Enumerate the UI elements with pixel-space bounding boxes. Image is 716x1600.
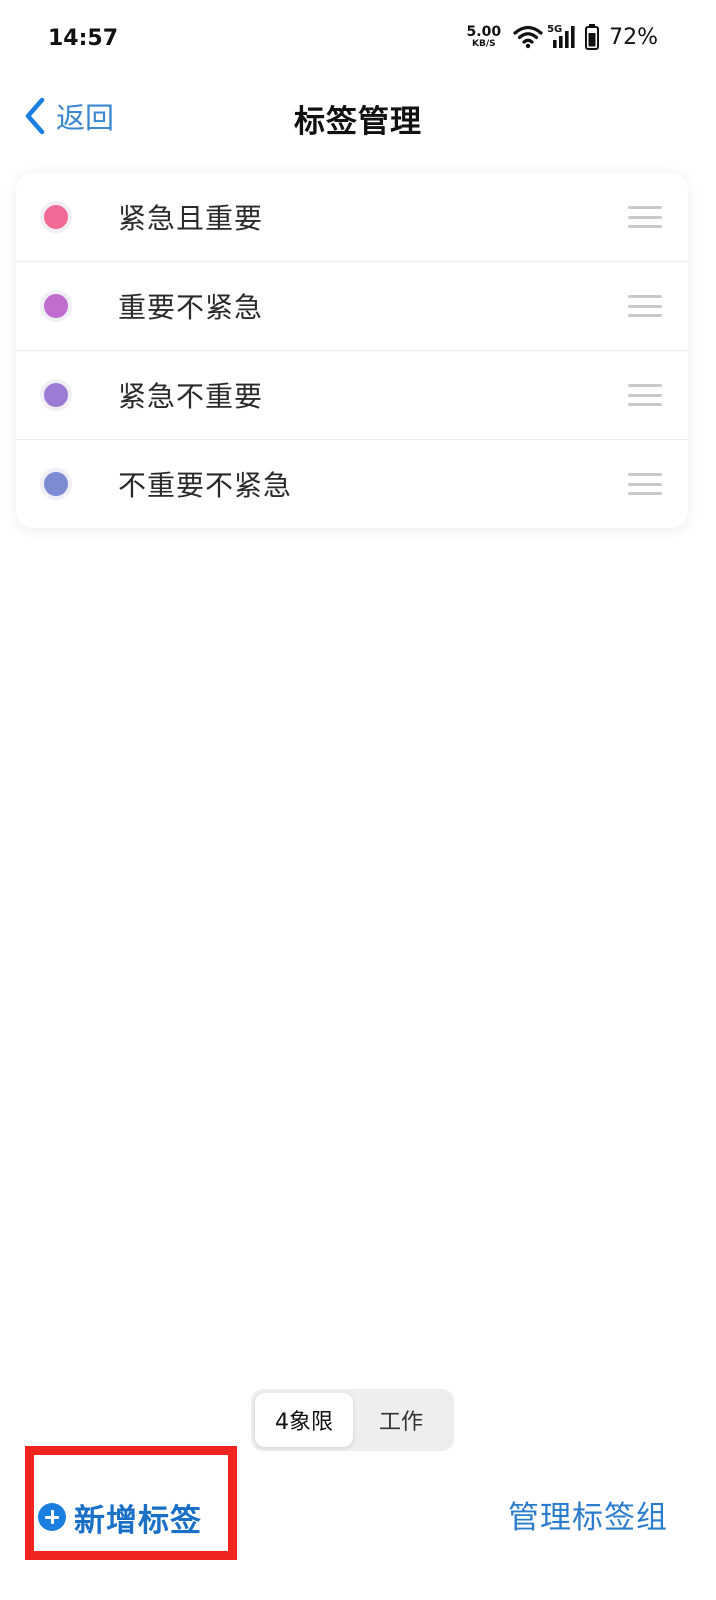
status-time: 14:57 <box>48 26 119 51</box>
tag-label: 不重要不紧急 <box>118 469 293 502</box>
segment-tab-work[interactable]: 工作 <box>353 1393 449 1447</box>
status-icons: 5.00 KB/S 5G 72% <box>467 24 658 50</box>
tag-color-dot <box>40 379 72 411</box>
tag-group-segment: 4象限 工作 <box>251 1389 454 1451</box>
tag-row[interactable]: 不重要不紧急 <box>16 440 688 528</box>
battery-icon <box>585 24 600 50</box>
highlight-box <box>25 1446 237 1560</box>
network-speed-value: 5.00 <box>466 24 502 40</box>
cellular-signal: 5G <box>547 24 579 50</box>
tag-color-dot <box>40 468 72 500</box>
drag-handle-icon[interactable] <box>628 206 662 228</box>
page-title: 标签管理 <box>294 104 422 140</box>
tag-list: 紧急且重要 重要不紧急 紧急不重要 不重要不紧急 <box>16 173 688 528</box>
tag-row[interactable]: 紧急且重要 <box>16 173 688 262</box>
tag-row[interactable]: 重要不紧急 <box>16 262 688 351</box>
drag-handle-icon[interactable] <box>628 295 662 317</box>
drag-handle-icon[interactable] <box>628 473 662 495</box>
drag-handle-icon[interactable] <box>628 384 662 406</box>
tag-color-dot <box>40 201 72 233</box>
tag-label: 紧急不重要 <box>118 380 264 413</box>
wifi-icon <box>513 25 543 49</box>
nav-header: 返回 标签管理 <box>0 84 716 154</box>
tag-label: 重要不紧急 <box>118 291 264 324</box>
network-speed-unit: KB/S <box>472 39 496 49</box>
tag-row[interactable]: 紧急不重要 <box>16 351 688 440</box>
manage-tag-group-button[interactable]: 管理标签组 <box>508 1492 668 1537</box>
battery-percentage: 72% <box>609 24 658 50</box>
tag-color-dot <box>40 290 72 322</box>
network-speed: 5.00 KB/S <box>467 25 502 49</box>
segment-tab-quadrant[interactable]: 4象限 <box>255 1393 353 1447</box>
status-bar: 14:57 5.00 KB/S 5G 72% <box>0 0 716 84</box>
signal-bars-icon <box>553 26 575 48</box>
tag-label: 紧急且重要 <box>118 202 264 235</box>
